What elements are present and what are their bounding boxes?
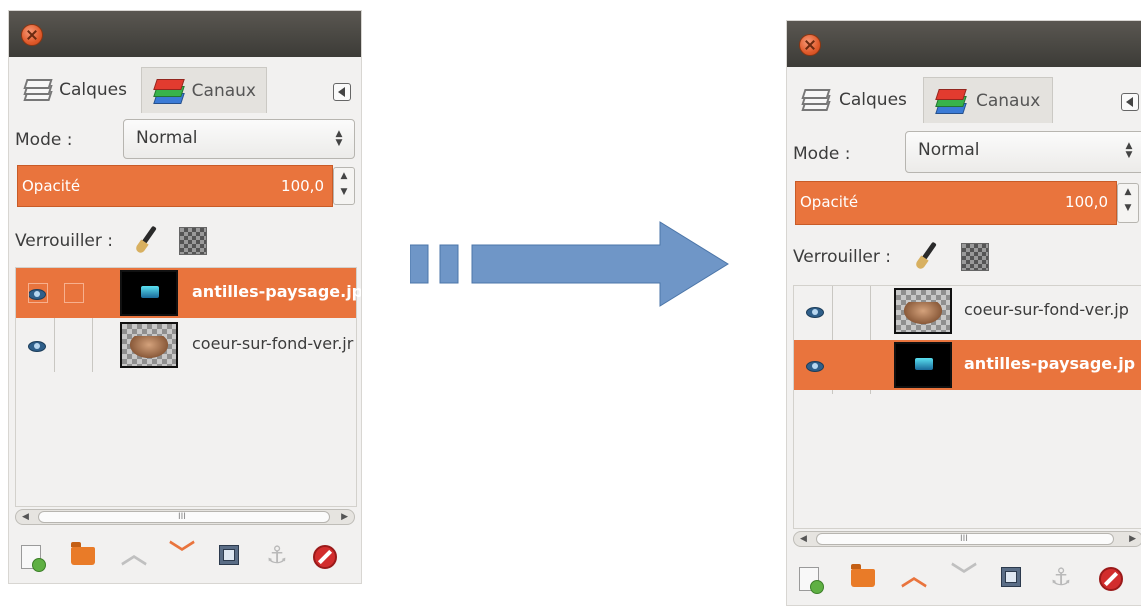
tab-layers-label: Calques [59, 80, 127, 100]
opacity-slider[interactable]: Opacité 100,0 [795, 181, 1117, 225]
tab-menu-icon[interactable] [1121, 93, 1139, 111]
visibility-box [28, 283, 48, 303]
transition-arrow [410, 221, 729, 307]
scroll-left-icon[interactable]: ◀ [22, 510, 29, 524]
arrow-dash [439, 244, 459, 284]
opacity-value: 100,0 [281, 177, 324, 195]
new-group-icon[interactable] [71, 542, 95, 565]
layer-thumbnail [120, 322, 178, 368]
channels-icon [934, 86, 968, 116]
tab-channels-label: Canaux [976, 90, 1041, 111]
tab-layers[interactable]: Calques [13, 67, 137, 113]
scroll-right-icon[interactable]: ▶ [341, 510, 348, 524]
layer-row[interactable]: antilles-paysage.jp [16, 268, 361, 318]
arrow-shape [471, 221, 729, 307]
layer-name[interactable]: coeur-sur-fond-ver.jr [192, 334, 353, 353]
lock-label: Verrouiller : [15, 231, 113, 251]
scrollbar-grip: III [960, 534, 968, 544]
mode-select[interactable]: Normal ▲ ▼ [123, 119, 355, 159]
delete-layer-icon[interactable] [313, 545, 337, 569]
layer-thumbnail [120, 270, 178, 316]
tab-layers-label: Calques [839, 90, 907, 110]
chain-box[interactable] [64, 283, 84, 303]
eye-icon[interactable] [806, 360, 824, 372]
lower-layer-icon[interactable]: ﹀ [169, 542, 195, 568]
mode-value: Normal [136, 128, 198, 148]
raise-layer-icon[interactable]: ︿ [901, 564, 927, 590]
layer-row[interactable]: coeur-sur-fond-ver.jp [794, 286, 1141, 336]
dock-tabs: Calques Canaux [791, 71, 1141, 123]
scrollbar-grip: III [178, 512, 186, 522]
tab-channels[interactable]: Canaux [923, 77, 1053, 123]
duplicate-layer-icon[interactable] [1001, 567, 1021, 587]
channels-icon [152, 76, 185, 106]
anchor-icon[interactable]: ⚓ [1049, 565, 1073, 589]
delete-layer-icon[interactable] [1099, 567, 1123, 591]
checkerboard-icon[interactable] [961, 243, 989, 271]
layers-list: coeur-sur-fond-ver.jp antilles-paysage.j… [793, 285, 1141, 529]
checkerboard-icon[interactable] [179, 227, 207, 255]
tab-menu-icon[interactable] [333, 83, 351, 101]
layer-toolbar: ︿ ﹀ ⚓ [9, 537, 361, 577]
new-group-icon[interactable] [851, 564, 875, 587]
opacity-slider[interactable]: Opacité 100,0 [17, 165, 333, 207]
layer-row[interactable]: coeur-sur-fond-ver.jr [16, 320, 356, 370]
layer-row[interactable]: antilles-paysage.jp [794, 340, 1141, 390]
scroll-left-icon[interactable]: ◀ [800, 532, 807, 546]
new-layer-icon[interactable] [799, 567, 824, 594]
mode-label: Mode : [15, 130, 73, 150]
layer-toolbar: ︿ ﹀ ⚓ [787, 559, 1141, 599]
duplicate-layer-icon[interactable] [219, 545, 239, 565]
opacity-value: 100,0 [1065, 193, 1108, 211]
layers-list: antilles-paysage.jp coeur-sur-fond-ver.j… [15, 267, 361, 507]
horizontal-scrollbar[interactable]: ◀ III ▶ [15, 509, 355, 525]
horizontal-scrollbar[interactable]: ◀ III ▶ [793, 531, 1141, 547]
new-layer-icon[interactable] [21, 545, 46, 572]
eye-icon[interactable] [806, 306, 824, 318]
layer-name[interactable]: antilles-paysage.jp [192, 282, 361, 301]
close-icon[interactable] [799, 34, 821, 56]
raise-layer-icon[interactable]: ︿ [121, 542, 147, 568]
close-icon[interactable] [21, 24, 43, 46]
mode-label: Mode : [793, 144, 851, 164]
paintbrush-icon[interactable] [913, 241, 943, 271]
tab-channels-label: Canaux [191, 80, 256, 101]
layer-name[interactable]: coeur-sur-fond-ver.jp [964, 300, 1129, 319]
lock-label: Verrouiller : [793, 247, 891, 267]
tab-layers[interactable]: Calques [791, 77, 917, 123]
dock-tabs: Calques Canaux [13, 61, 361, 113]
title-bar [9, 11, 361, 57]
scroll-right-icon[interactable]: ▶ [1129, 532, 1136, 546]
lower-layer-icon[interactable]: ﹀ [951, 564, 977, 590]
layers-dialog-before: Calques Canaux Mode : Normal ▲ ▼ Opacité … [8, 10, 362, 584]
opacity-spin-buttons[interactable]: ▲ ▼ [333, 167, 355, 205]
anchor-icon[interactable]: ⚓ [265, 543, 289, 567]
mode-value: Normal [918, 140, 980, 160]
layers-dialog-after: Calques Canaux Mode : Normal ▲ ▼ Opacité … [786, 20, 1141, 606]
opacity-label: Opacité [800, 193, 859, 211]
layers-icon [23, 77, 53, 103]
layer-thumbnail [894, 288, 952, 334]
title-bar [787, 21, 1141, 67]
eye-icon[interactable] [28, 340, 46, 352]
tab-channels[interactable]: Canaux [141, 67, 267, 113]
mode-select[interactable]: Normal ▲ ▼ [905, 131, 1141, 173]
paintbrush-icon[interactable] [133, 225, 163, 255]
select-arrows-icon: ▲ ▼ [335, 129, 343, 148]
layers-icon [801, 87, 831, 113]
layer-thumbnail [894, 342, 952, 388]
arrow-dash [410, 244, 429, 284]
layer-name[interactable]: antilles-paysage.jp [964, 354, 1135, 373]
select-arrows-icon: ▲ ▼ [1125, 141, 1133, 160]
opacity-spin-buttons[interactable]: ▲ ▼ [1117, 183, 1139, 223]
opacity-label: Opacité [22, 177, 81, 195]
